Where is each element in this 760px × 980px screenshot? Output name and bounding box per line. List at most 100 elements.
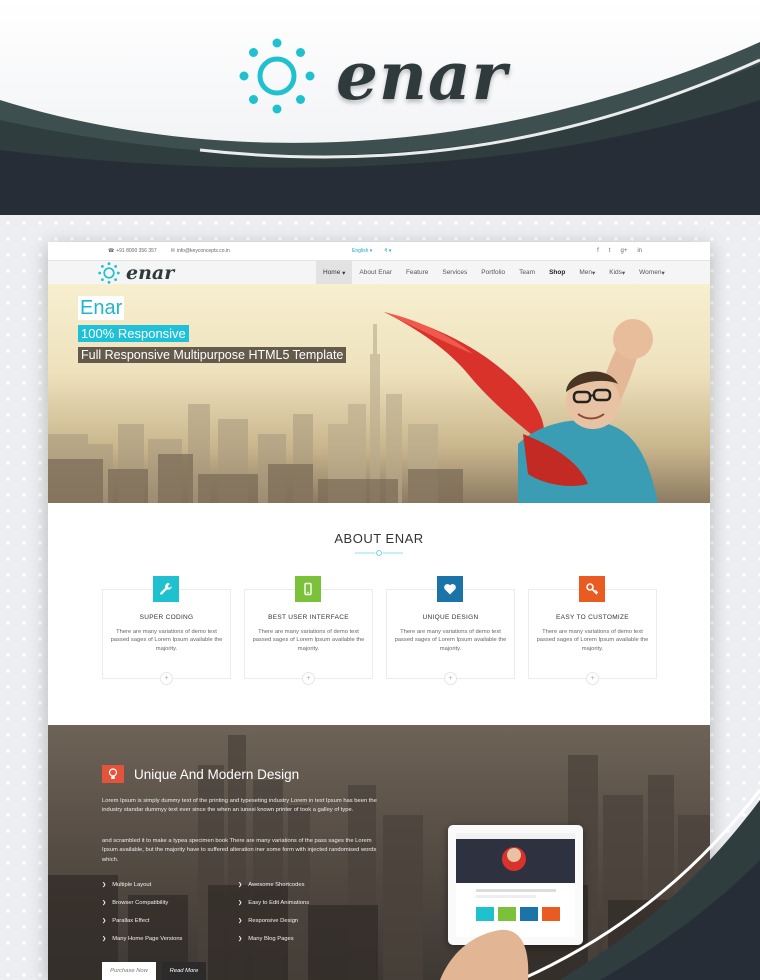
nav-item-label: Men (579, 269, 592, 276)
facebook-icon[interactable]: f (597, 248, 599, 254)
card-text: There are many variations of demo text p… (536, 629, 649, 652)
email-text: info@keyconcepts.co.in (176, 248, 230, 254)
phone-contact[interactable]: ☎ +91 8000 356 357 (108, 248, 157, 254)
about-heading: ABOUT ENAR (334, 531, 424, 546)
nav-item-portfolio[interactable]: Portfolio (474, 261, 512, 284)
card-text: There are many variations of demo text p… (252, 629, 365, 652)
hero-slider: Enar 100% Responsive Full Responsive Mul… (48, 284, 710, 503)
nav-item-label: Shop (549, 269, 566, 276)
feature-card[interactable]: BEST USER INTERFACE There are many varia… (244, 576, 373, 685)
linkedin-icon[interactable]: in (637, 248, 642, 254)
top-info-bar: ☎ +91 8000 356 357 ✉ info@keyconcepts.co.i… (48, 242, 710, 260)
plus-icon[interactable]: + (160, 672, 173, 685)
nav-item-feature[interactable]: Feature (399, 261, 435, 284)
chevron-right-icon: ❯ (102, 918, 107, 924)
feature-list-item: ❯ Easy to Edit Animations (238, 900, 309, 906)
nav-item-label: Services (442, 269, 468, 276)
email-contact[interactable]: ✉ info@keyconcepts.co.in (171, 248, 230, 254)
feature-label: Browser Compatibility (112, 900, 169, 906)
feature-card[interactable]: UNIQUE DESIGN There are many variations … (386, 576, 515, 685)
feature-list-item: ❯ Responsive Design (238, 918, 298, 924)
nav-item-label: Kids (609, 269, 622, 276)
feature-list-item: ❯ Many Home Page Versions (102, 936, 182, 942)
hero-subtitle-template: Full Responsive Multipurpose HTML5 Templ… (78, 347, 347, 363)
nav-item-team[interactable]: Team (512, 261, 542, 284)
plus-icon[interactable]: + (444, 672, 457, 685)
nav-item-women[interactable]: Women ▾ (632, 261, 672, 284)
nav-logo[interactable]: enar (98, 262, 174, 284)
chevron-right-icon: ❯ (102, 900, 107, 906)
chevron-right-icon: ❯ (238, 918, 243, 924)
card-title: UNIQUE DESIGN (422, 614, 479, 621)
hero-image (48, 312, 658, 503)
card-text: There are many variations of demo text p… (394, 629, 507, 652)
main-navbar: enar Home ▾ About Enar Feature Services … (48, 260, 710, 284)
feature-label: Many Blog Pages (248, 936, 294, 942)
feature-label: Parallax Effect (112, 918, 150, 924)
tablet-mockup (448, 825, 583, 945)
hero-subtitle-responsive: 100% Responsive (78, 325, 189, 342)
promo-banner: enar (0, 0, 760, 215)
feature-label: Awesome Shortcodes (248, 882, 305, 888)
nav-item-about[interactable]: About Enar (352, 261, 399, 284)
heading-divider (355, 550, 403, 556)
design-paragraph-1: Lorem Ipsum is simply dummy text of the … (102, 798, 377, 814)
wrench-icon (153, 576, 179, 602)
hero-title: Enar (78, 296, 125, 320)
chevron-right-icon: ❯ (238, 900, 243, 906)
nav-item-men[interactable]: Men ▾ (572, 261, 602, 284)
currency-label: ₹ (384, 248, 388, 254)
nav-item-label: Team (519, 269, 536, 276)
design-heading: Unique And Modern Design (134, 766, 300, 782)
nav-item-shop[interactable]: Shop (542, 261, 572, 284)
phone-icon: ☎ (108, 248, 115, 254)
google-plus-icon[interactable]: g+ (620, 248, 627, 254)
design-paragraph-2: and scrambled it to make a typea specime… (102, 838, 377, 863)
nav-item-label: Women (639, 269, 662, 276)
mail-icon: ✉ (170, 248, 175, 254)
plus-icon[interactable]: + (302, 672, 315, 685)
feature-label: Easy to Edit Animations (248, 900, 310, 906)
brand-logo: enar (238, 36, 508, 116)
read-more-button[interactable]: Read More (162, 962, 206, 980)
feature-label: Many Home Page Versions (112, 936, 183, 942)
feature-label: Multiple Layout (112, 882, 152, 888)
brand-name: enar (336, 37, 508, 115)
nav-item-home[interactable]: Home ▾ (316, 261, 353, 284)
nav-item-label: About Enar (359, 269, 392, 276)
nav-item-services[interactable]: Services (435, 261, 474, 284)
lightbulb-icon (102, 765, 124, 783)
feature-label: Responsive Design (248, 918, 299, 924)
feature-list-item: ❯ Many Blog Pages (238, 936, 294, 942)
chevron-right-icon: ❯ (102, 882, 107, 888)
website-mockup: ☎ +91 8000 356 357 ✉ info@keyconcepts.co.i… (48, 242, 710, 980)
chevron-right-icon: ❯ (238, 936, 243, 942)
nav-item-label: Home (323, 269, 341, 276)
language-label: English (352, 248, 369, 254)
sun-logo-icon (98, 262, 120, 284)
feature-card[interactable]: SUPER CODING There are many variations o… (102, 576, 231, 685)
card-text: There are many variations of demo text p… (110, 629, 223, 652)
nav-logo-text: enar (126, 262, 175, 284)
nav-item-label: Portfolio (481, 269, 506, 276)
design-section: Unique And Modern Design Lorem Ipsum is … (48, 725, 710, 980)
card-title: SUPER CODING (139, 614, 194, 621)
mobile-icon (295, 576, 321, 602)
feature-list-item: ❯ Browser Compatibility (102, 900, 168, 906)
feature-list-item: ❯ Multiple Layout (102, 882, 151, 888)
card-title: BEST USER INTERFACE (268, 614, 349, 621)
plus-icon[interactable]: + (586, 672, 599, 685)
feature-cards: SUPER CODING There are many variations o… (102, 576, 657, 685)
heart-icon (437, 576, 463, 602)
tablet-screenshot-image (456, 833, 575, 921)
nav-item-kids[interactable]: Kids ▾ (602, 261, 632, 284)
chevron-right-icon: ❯ (102, 936, 107, 942)
about-section: ABOUT ENAR SUPER CODING There are many v… (48, 503, 710, 725)
card-title: EASY TO CUSTOMIZE (556, 614, 629, 621)
purchase-now-button[interactable]: Purchase Now (102, 962, 156, 980)
language-dropdown[interactable]: English ▾ (352, 248, 372, 254)
currency-dropdown[interactable]: ₹ ▾ (384, 248, 391, 254)
key-icon (579, 576, 605, 602)
feature-card[interactable]: EASY TO CUSTOMIZE There are many variati… (528, 576, 657, 685)
twitter-icon[interactable]: t (609, 248, 611, 254)
